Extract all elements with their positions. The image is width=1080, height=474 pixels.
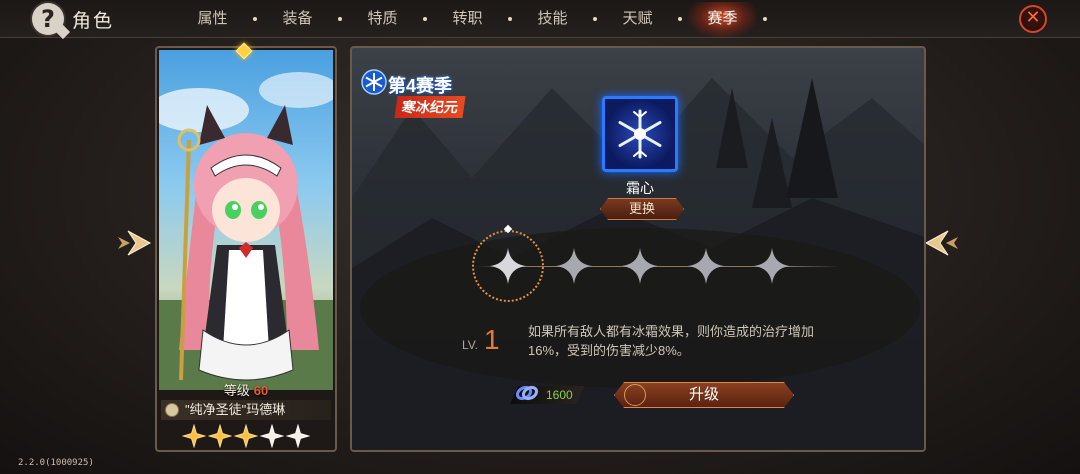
page-title: 角色 xyxy=(72,11,115,32)
tab-talents[interactable]: 天赋 xyxy=(595,0,682,38)
upgrade-emblem-icon xyxy=(624,384,646,406)
help-icon[interactable]: ? xyxy=(32,3,64,35)
character-portrait xyxy=(159,50,333,390)
snowflake-icon xyxy=(361,69,387,95)
star-icon xyxy=(208,424,232,448)
tab-skills[interactable]: 技能 xyxy=(510,0,597,38)
rank-badge-icon xyxy=(165,403,179,417)
talent-name: 霜心 xyxy=(626,180,654,196)
tab-class-change[interactable]: 转职 xyxy=(425,0,512,38)
cost-value: 1600 xyxy=(546,388,573,402)
character-name-plate: "纯净圣徒"玛德琳 xyxy=(161,400,331,420)
star-icon xyxy=(260,424,284,448)
character-name: "纯净圣徒"玛德琳 xyxy=(185,402,286,417)
star-icon xyxy=(182,424,206,448)
next-character-arrow-icon[interactable] xyxy=(924,225,960,261)
progress-node-icon xyxy=(490,248,526,284)
season-panel: 第4赛季 寒冰纪元 霜心 更换 LV. 1 如果所有敌人都有冰霜效果，则你造成的… xyxy=(350,46,926,452)
effect-description: 如果所有敌人都有冰霜效果，则你造成的治疗增加16%，受到的伤害减少8%。 xyxy=(528,324,815,358)
season-number: 第4赛季 xyxy=(388,76,453,96)
snowflake-crystal-icon[interactable] xyxy=(602,96,678,172)
tab-bar: 属性 装备 特质 转职 技能 天赋 赛季 xyxy=(170,0,767,38)
progress-node-icon xyxy=(622,248,658,284)
tab-traits[interactable]: 特质 xyxy=(340,0,427,38)
star-icon xyxy=(286,424,310,448)
version-label: 2.2.0(1000925) xyxy=(18,458,94,468)
change-talent-button[interactable]: 更换 xyxy=(600,198,684,220)
progress-node-icon xyxy=(556,248,592,284)
progress-node-icon xyxy=(688,248,724,284)
previous-character-arrow-icon[interactable] xyxy=(116,225,152,261)
character-card[interactable]: 等级 60 "纯净圣徒"玛德琳 xyxy=(155,46,337,452)
season-level-value: 1 xyxy=(484,324,500,355)
tab-attributes[interactable]: 属性 xyxy=(170,0,257,38)
chain-currency-icon xyxy=(515,385,539,401)
progress-node-icon xyxy=(754,248,790,284)
star-rating xyxy=(157,424,335,450)
tab-equipment[interactable]: 装备 xyxy=(255,0,342,38)
character-level: 等级 60 xyxy=(223,383,269,398)
top-bar: ? 角色 属性 装备 特质 转职 技能 天赋 赛季 ✕ xyxy=(0,0,1080,38)
star-icon xyxy=(234,424,258,448)
season-level-label: LV. xyxy=(462,338,479,352)
tab-season[interactable]: 赛季 xyxy=(680,0,767,38)
close-icon[interactable]: ✕ xyxy=(1019,5,1047,33)
season-name: 寒冰纪元 xyxy=(394,96,466,118)
